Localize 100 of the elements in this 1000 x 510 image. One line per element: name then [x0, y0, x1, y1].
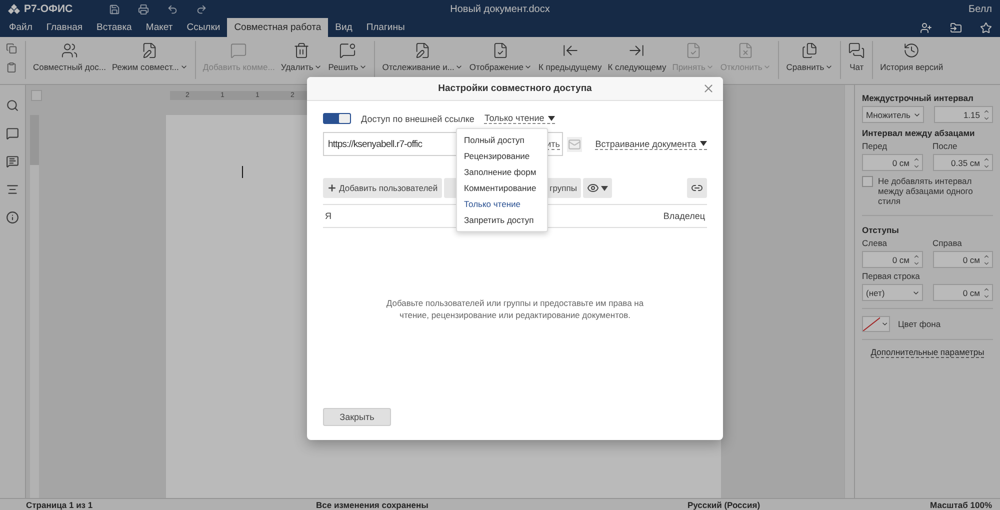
caret-icon — [700, 141, 707, 146]
star-icon[interactable] — [980, 22, 992, 34]
redo-icon[interactable] — [196, 4, 207, 14]
color-label: Цвет фона — [898, 319, 941, 329]
view-mode-button[interactable] — [582, 178, 612, 198]
plus-icon — [327, 183, 337, 193]
number-field[interactable]: 0 см — [932, 284, 993, 301]
user-name: Белл — [968, 4, 992, 14]
document-title: Новый документ.docx — [450, 4, 550, 14]
navigation-icon[interactable] — [6, 183, 19, 196]
caret-icon — [763, 63, 772, 71]
menu-item[interactable]: Полный доступ — [457, 132, 547, 148]
advanced-settings-link[interactable]: Дополнительные параметры — [870, 347, 984, 358]
comment-icon[interactable] — [6, 127, 19, 140]
menu-tab[interactable]: Вид — [328, 18, 360, 37]
info-icon[interactable] — [6, 211, 19, 224]
search-icon[interactable] — [6, 99, 19, 112]
menu-tab[interactable]: Совместная работа — [227, 18, 328, 37]
link-button[interactable] — [687, 178, 707, 198]
spinner-icon — [983, 252, 990, 266]
toggle-switch[interactable] — [323, 113, 351, 124]
number-field[interactable]: 0 см — [862, 251, 922, 268]
field-label: Справа — [932, 238, 963, 248]
caret-icon — [548, 116, 556, 120]
toolbar-button[interactable]: К следующему — [604, 37, 670, 73]
documents-icon — [801, 42, 818, 59]
document-pen-icon — [141, 42, 158, 59]
document-pen-icon — [414, 42, 432, 59]
logo-icon — [8, 4, 20, 14]
chat-icon[interactable] — [6, 155, 19, 168]
field-label: Перед — [862, 141, 888, 151]
caret-icon — [524, 63, 532, 71]
access-dropdown[interactable]: Только чтение — [484, 113, 556, 124]
toolbar-button[interactable]: Режим совмест... — [108, 37, 191, 73]
number-field[interactable]: 0 см — [932, 251, 993, 268]
undo-icon[interactable] — [166, 4, 178, 14]
spinner-icon — [912, 252, 920, 266]
toolbar-button[interactable]: Сравнить — [783, 37, 836, 73]
number-field[interactable]: 0 см — [862, 154, 922, 171]
caret-icon — [180, 63, 188, 71]
toolbar-button[interactable]: Чат — [845, 37, 868, 73]
field-label: Первая строка — [862, 271, 921, 281]
zoom-level: Масштаб 100% — [930, 500, 992, 510]
users-icon — [60, 42, 78, 59]
document-x-icon — [737, 42, 754, 59]
field-label: После — [932, 141, 958, 151]
folder-icon[interactable] — [950, 22, 962, 34]
paste-icon[interactable] — [6, 62, 17, 73]
print-icon[interactable] — [138, 4, 149, 14]
save-icon[interactable] — [108, 4, 120, 14]
toolbar-button[interactable]: Удалить — [278, 37, 326, 73]
close-icon[interactable] — [702, 82, 715, 95]
color-picker[interactable] — [862, 316, 890, 332]
page-count: Страница 1 из 1 — [26, 500, 94, 510]
number-field[interactable]: 0.35 см — [932, 154, 993, 171]
toggle-label: Доступ по внешней ссылке — [361, 114, 474, 124]
menu-tab[interactable]: Файл — [2, 18, 40, 37]
empty-message: Добавьте пользователей или группы и предоставьте им права на чтение, рецензирование или редактирование документов. — [385, 298, 645, 322]
section-title: Междустрочный интервал — [862, 93, 974, 103]
toolbar-button[interactable]: История версий — [877, 37, 946, 73]
toolbar-button[interactable]: Решить — [325, 37, 370, 73]
menu-tab[interactable]: Плагины — [359, 18, 412, 37]
language-selector[interactable]: Русский (Россия) — [687, 500, 760, 510]
dropdown-field[interactable]: (нет) — [862, 284, 922, 301]
menu-item[interactable]: Комментирование — [457, 180, 547, 196]
dialog-title: Настройки совместного доступа — [438, 83, 592, 94]
spinner-icon — [912, 156, 920, 170]
no-color-icon — [863, 317, 880, 331]
document-check-icon — [684, 42, 702, 59]
close-button[interactable]: Закрыть — [323, 408, 391, 426]
scrollbar[interactable] — [844, 85, 854, 498]
checkbox[interactable] — [862, 176, 873, 187]
add-users-button[interactable]: Добавить пользователей — [323, 178, 442, 198]
caret-icon — [359, 63, 368, 71]
toolbar-button[interactable]: Отображение — [466, 37, 536, 73]
dropdown-field[interactable]: Множитель — [862, 106, 924, 123]
menu-item[interactable]: Только чтение — [457, 196, 547, 212]
copy-icon[interactable] — [6, 43, 17, 54]
toolbar-button[interactable]: Совместный дос... — [30, 37, 109, 73]
trash-icon — [293, 42, 310, 59]
menu-tab[interactable]: Макет — [138, 18, 180, 37]
menu-tab[interactable]: Вставка — [90, 18, 139, 37]
history-icon — [903, 42, 920, 59]
menu-tab[interactable]: Ссылки — [180, 18, 228, 37]
link-icon — [691, 182, 703, 194]
add-user-icon[interactable] — [920, 22, 932, 34]
toolbar-button[interactable]: К предыдущему — [535, 37, 605, 73]
number-field[interactable]: 1.15 — [934, 106, 993, 123]
spinner-icon — [983, 286, 990, 300]
menu-item[interactable]: Заполнение форм — [457, 164, 547, 180]
arrow-left-icon — [562, 42, 579, 59]
document-check-icon — [492, 42, 510, 59]
menu-tab[interactable]: Главная — [39, 18, 90, 37]
app-logo: Р7-ОФИС — [8, 3, 73, 15]
toolbar-button[interactable]: Отслеживание и... — [379, 37, 466, 73]
embed-dropdown[interactable]: Встраивание документа — [595, 138, 707, 150]
comment-icon — [339, 42, 356, 59]
caret-icon — [455, 63, 464, 71]
section-title: Отступы — [862, 225, 900, 235]
menu-item[interactable]: Запретить доступ — [457, 212, 547, 228]
